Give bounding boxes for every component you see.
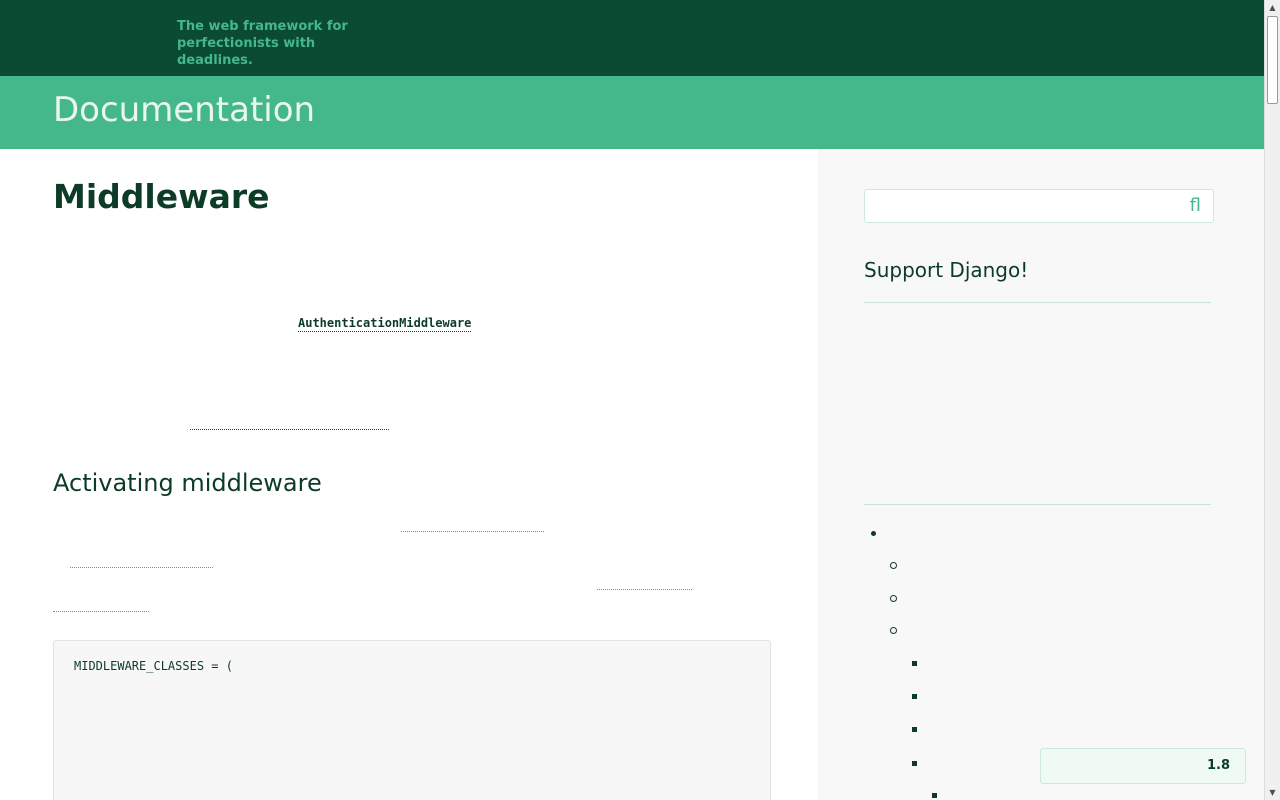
toc-bullet: [932, 793, 937, 798]
scroll-up-icon[interactable]: ▲: [1265, 0, 1280, 15]
toc-bullet: [890, 595, 897, 602]
site-tagline[interactable]: The web framework for perfectionists wit…: [177, 18, 367, 69]
text-link[interactable]: [53, 611, 149, 612]
documentation-title[interactable]: Documentation: [53, 90, 315, 130]
version-label[interactable]: 1.8: [1207, 758, 1230, 773]
site-header: The web framework for perfectionists wit…: [0, 0, 1264, 76]
toc-bullet: [890, 627, 897, 634]
page-title: Middleware: [53, 177, 270, 216]
scrollbar-thumb[interactable]: [1267, 16, 1278, 104]
toc-bullet: [890, 562, 897, 569]
search-input[interactable]: [865, 190, 1175, 222]
code-block: MIDDLEWARE_CLASSES = (: [53, 640, 771, 800]
documentation-bar: Documentation: [0, 76, 1264, 149]
section-title-activating-middleware: Activating middleware: [53, 469, 322, 497]
sidebar: ﬂ Support Django!: [818, 149, 1264, 800]
toc-bullet: [871, 531, 876, 536]
search-icon[interactable]: ﬂ: [1190, 194, 1201, 218]
page: The web framework for perfectionists wit…: [0, 0, 1264, 800]
search-box[interactable]: ﬂ: [864, 189, 1214, 223]
support-django-heading: Support Django!: [864, 258, 1029, 282]
scroll-down-icon[interactable]: ▼: [1265, 785, 1280, 800]
code-line: MIDDLEWARE_CLASSES = (: [74, 659, 233, 673]
main-content: Middleware AuthenticationMiddleware Acti…: [0, 149, 818, 800]
toc-bullet: [912, 727, 917, 732]
sidebar-divider: [864, 504, 1211, 505]
sidebar-divider: [864, 302, 1211, 303]
text-link[interactable]: [597, 589, 692, 590]
text-link[interactable]: [401, 531, 544, 532]
text-link[interactable]: [190, 429, 389, 430]
authentication-middleware-link[interactable]: AuthenticationMiddleware: [298, 316, 472, 332]
version-switcher[interactable]: 1.8: [1040, 748, 1246, 784]
toc-bullet: [912, 661, 917, 666]
toc-bullet: [912, 694, 917, 699]
toc-bullet: [912, 761, 917, 766]
vertical-scrollbar[interactable]: ▲ ▼: [1264, 0, 1280, 800]
text-link[interactable]: [70, 567, 213, 568]
